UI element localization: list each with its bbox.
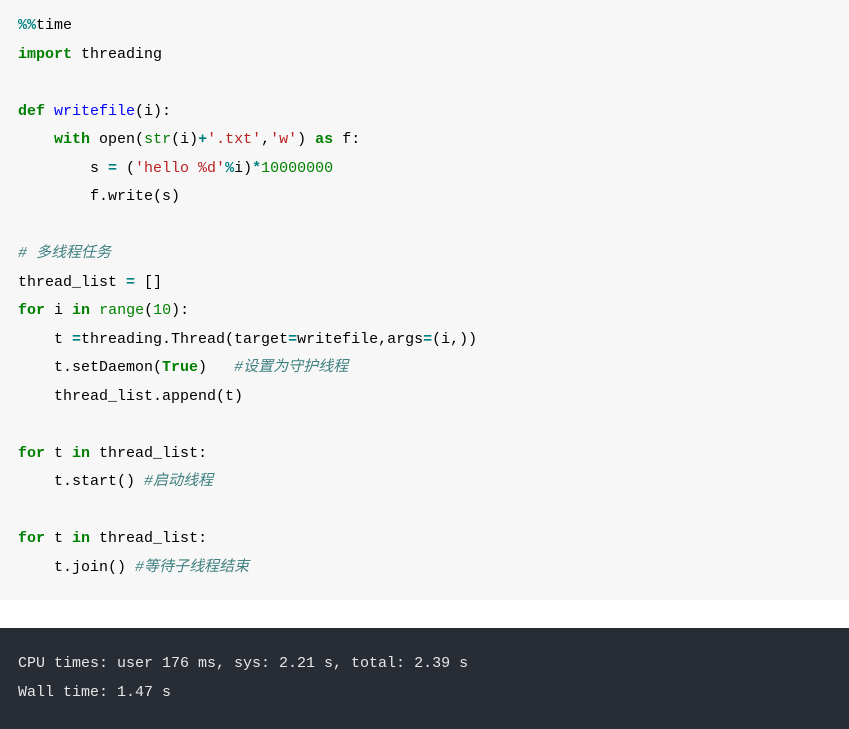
kw-for: for	[18, 530, 45, 547]
indent	[18, 131, 54, 148]
func-name: writefile	[45, 103, 135, 120]
space	[90, 302, 99, 319]
builtin-open: open	[90, 131, 135, 148]
output-cpu-times: CPU times: user 176 ms, sys: 2.21 s, tot…	[18, 655, 468, 672]
code-text: f.write(s)	[18, 188, 180, 205]
module-threading: threading	[72, 46, 162, 63]
op-mul: *	[252, 160, 261, 177]
builtin-str: str	[144, 131, 171, 148]
code-text: t	[18, 331, 72, 348]
num-10: 10	[153, 302, 171, 319]
comment-daemon: #设置为守护线程	[234, 359, 348, 376]
num-10000000: 10000000	[261, 160, 333, 177]
op-eq: =	[108, 160, 117, 177]
var-t: t	[45, 530, 72, 547]
kw-in: in	[72, 302, 90, 319]
output-wall-time: Wall time: 1.47 s	[18, 684, 171, 701]
kw-in: in	[72, 530, 90, 547]
op-eq: =	[126, 274, 135, 291]
kw-for: for	[18, 445, 45, 462]
paren-i: (i)	[171, 131, 198, 148]
kw-for: for	[18, 302, 45, 319]
code-block: %%time import threading def writefile(i)…	[0, 0, 849, 600]
kw-as: as	[315, 131, 333, 148]
paren: (	[135, 131, 144, 148]
str-w: 'w'	[270, 131, 297, 148]
code-text: s	[18, 160, 108, 177]
code-text: t.join()	[18, 559, 135, 576]
kw-def: def	[18, 103, 45, 120]
paren: (	[144, 302, 153, 319]
kw-in: in	[72, 445, 90, 462]
op-eq: =	[423, 331, 432, 348]
op-pct: %	[225, 160, 234, 177]
var-t: t	[45, 445, 72, 462]
op-eq: =	[72, 331, 81, 348]
comment-join: #等待子线程结束	[135, 559, 249, 576]
paren: (	[117, 160, 135, 177]
code-text: (i,))	[432, 331, 477, 348]
magic-time: time	[36, 17, 72, 34]
paren-close: ):	[171, 302, 189, 319]
builtin-range: range	[99, 302, 144, 319]
output-block: CPU times: user 176 ms, sys: 2.21 s, tot…	[0, 628, 849, 729]
comment-multithread: # 多线程任务	[18, 245, 111, 262]
code-text: writefile,args	[297, 331, 423, 348]
kw-with: with	[54, 131, 90, 148]
var-i: i)	[234, 160, 252, 177]
comma: ,	[261, 131, 270, 148]
str-txt: '.txt'	[207, 131, 261, 148]
str-hello: 'hello %d'	[135, 160, 225, 177]
code-text: t.setDaemon(	[18, 359, 162, 376]
kw-import: import	[18, 46, 72, 63]
var-f: f:	[333, 131, 360, 148]
code-text: []	[135, 274, 162, 291]
func-params: (i):	[135, 103, 171, 120]
code-text: t.start()	[18, 473, 144, 490]
code-text: thread_list:	[90, 530, 207, 547]
kw-true: True	[162, 359, 198, 376]
code-text: thread_list	[18, 274, 126, 291]
var-i: i	[45, 302, 72, 319]
op-plus: +	[198, 131, 207, 148]
code-text: thread_list.append(t)	[18, 388, 243, 405]
paren-close: )	[297, 131, 315, 148]
code-text: threading.Thread(target	[81, 331, 288, 348]
op-eq: =	[288, 331, 297, 348]
magic-percent: %%	[18, 17, 36, 34]
code-text: )	[198, 359, 234, 376]
comment-start: #启动线程	[144, 473, 213, 490]
code-text: thread_list:	[90, 445, 207, 462]
